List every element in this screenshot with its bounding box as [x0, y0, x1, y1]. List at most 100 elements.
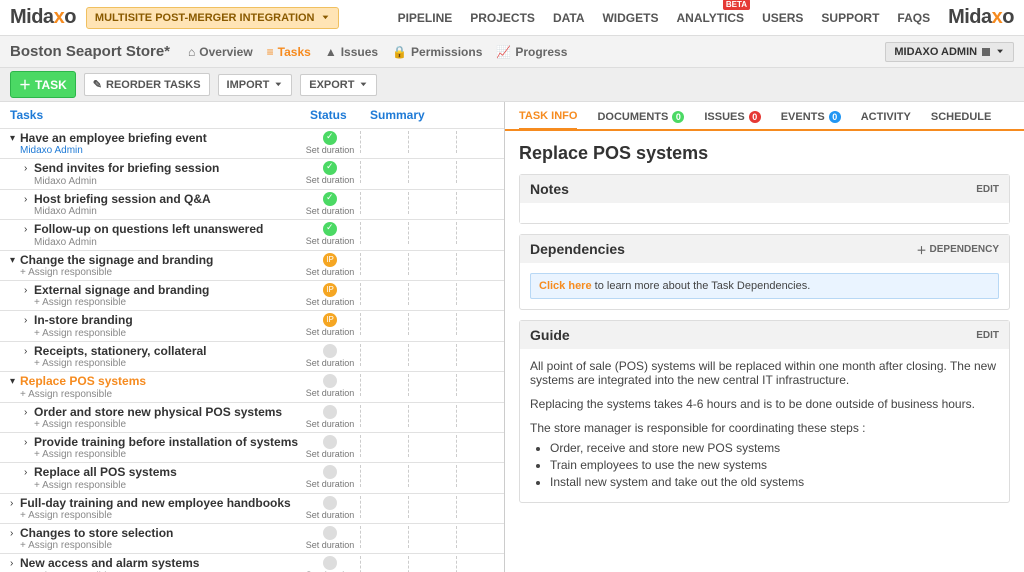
status-icon[interactable]: [323, 131, 337, 145]
task-row[interactable]: ›Host briefing session and Q&AMidaxo Adm…: [0, 189, 504, 219]
nav-analytics[interactable]: ANALYTICSBETA: [676, 11, 744, 25]
set-duration[interactable]: Set duration: [306, 297, 355, 307]
notes-edit-button[interactable]: EDIT: [976, 184, 999, 195]
status-icon[interactable]: [323, 374, 337, 388]
status-icon[interactable]: IP: [323, 253, 337, 267]
nav-data[interactable]: DATA: [553, 11, 585, 25]
detail-tab-issues[interactable]: ISSUES0: [704, 110, 760, 129]
status-icon[interactable]: [323, 405, 337, 419]
set-duration[interactable]: Set duration: [306, 510, 355, 520]
tab-permissions[interactable]: 🔒Permissions: [392, 45, 482, 59]
set-duration[interactable]: Set duration: [306, 206, 355, 216]
expand-toggle[interactable]: ›: [24, 163, 34, 174]
status-icon[interactable]: [323, 161, 337, 175]
task-assignee[interactable]: + Assign responsible: [34, 449, 300, 460]
col-status[interactable]: Status: [310, 108, 370, 122]
nav-widgets[interactable]: WIDGETS: [602, 11, 658, 25]
expand-toggle[interactable]: ›: [24, 346, 34, 357]
status-icon[interactable]: [323, 465, 337, 479]
task-assignee[interactable]: + Assign responsible: [34, 297, 300, 308]
set-duration[interactable]: Set duration: [306, 267, 355, 277]
task-assignee[interactable]: Midaxo Admin: [20, 145, 300, 156]
project-selector[interactable]: MULTISITE POST-MERGER INTEGRATION▼: [86, 7, 340, 29]
task-row[interactable]: ›Send invites for briefing sessionMidaxo…: [0, 158, 504, 188]
task-assignee[interactable]: + Assign responsible: [34, 328, 300, 339]
task-row[interactable]: ▾Replace POS systems+ Assign responsible…: [0, 371, 504, 401]
task-row[interactable]: ›Full-day training and new employee hand…: [0, 493, 504, 523]
status-icon[interactable]: [323, 556, 337, 570]
set-duration[interactable]: Set duration: [306, 236, 355, 246]
user-menu[interactable]: MIDAXO ADMIN▼: [885, 42, 1014, 62]
expand-toggle[interactable]: ›: [24, 315, 34, 326]
task-row[interactable]: ›Order and store new physical POS system…: [0, 402, 504, 432]
task-row[interactable]: ›Changes to store selection+ Assign resp…: [0, 523, 504, 553]
status-icon[interactable]: [323, 526, 337, 540]
expand-toggle[interactable]: ›: [10, 498, 20, 509]
set-duration[interactable]: Set duration: [306, 145, 355, 155]
detail-tab-task-info[interactable]: TASK INFO: [519, 110, 577, 131]
task-row[interactable]: ▾Have an employee briefing eventMidaxo A…: [0, 128, 504, 158]
expand-toggle[interactable]: ›: [24, 194, 34, 205]
import-button[interactable]: IMPORT▼: [218, 74, 293, 96]
task-row[interactable]: ›Provide training before installation of…: [0, 432, 504, 462]
col-summary[interactable]: Summary: [370, 108, 494, 122]
nav-projects[interactable]: PROJECTS: [470, 11, 535, 25]
task-row[interactable]: ›New access and alarm systems+ Assign re…: [0, 553, 504, 572]
task-row[interactable]: ▾Change the signage and branding+ Assign…: [0, 250, 504, 280]
reorder-tasks-button[interactable]: ✎REORDER TASKS: [84, 73, 210, 96]
task-assignee[interactable]: + Assign responsible: [34, 358, 300, 369]
task-list[interactable]: ▾Have an employee briefing eventMidaxo A…: [0, 128, 504, 572]
task-assignee[interactable]: Midaxo Admin: [34, 206, 300, 217]
status-icon[interactable]: [323, 435, 337, 449]
guide-edit-button[interactable]: EDIT: [976, 330, 999, 341]
tab-issues[interactable]: ▲Issues: [325, 45, 378, 59]
task-assignee[interactable]: Midaxo Admin: [34, 176, 300, 187]
detail-tab-documents[interactable]: DOCUMENTS0: [597, 110, 684, 129]
nav-faqs[interactable]: FAQS: [897, 11, 930, 25]
task-row[interactable]: ›Replace all POS systems+ Assign respons…: [0, 462, 504, 492]
set-duration[interactable]: Set duration: [306, 449, 355, 459]
task-assignee[interactable]: Midaxo Admin: [34, 237, 300, 248]
task-row[interactable]: ›Follow-up on questions left unansweredM…: [0, 219, 504, 249]
expand-toggle[interactable]: ›: [24, 467, 34, 478]
task-assignee[interactable]: + Assign responsible: [20, 267, 300, 278]
tab-tasks[interactable]: ≡Tasks: [267, 45, 311, 59]
status-icon[interactable]: [323, 344, 337, 358]
add-dependency-button[interactable]: ＋DEPENDENCY: [917, 242, 999, 257]
detail-tab-activity[interactable]: ACTIVITY: [861, 110, 911, 129]
nav-users[interactable]: USERS: [762, 11, 803, 25]
status-icon[interactable]: [323, 192, 337, 206]
expand-toggle[interactable]: ›: [10, 558, 20, 569]
expand-toggle[interactable]: ›: [24, 285, 34, 296]
expand-toggle[interactable]: ›: [24, 224, 34, 235]
task-assignee[interactable]: + Assign responsible: [20, 510, 300, 521]
status-icon[interactable]: [323, 496, 337, 510]
set-duration[interactable]: Set duration: [306, 175, 355, 185]
expand-toggle[interactable]: ›: [10, 528, 20, 539]
dependencies-learn-link[interactable]: Click here: [539, 280, 592, 292]
task-assignee[interactable]: + Assign responsible: [34, 480, 300, 491]
tab-progress[interactable]: 📈Progress: [496, 45, 567, 59]
nav-pipeline[interactable]: PIPELINE: [398, 11, 453, 25]
export-button[interactable]: EXPORT▼: [300, 74, 377, 96]
col-tasks[interactable]: Tasks: [10, 108, 310, 122]
tab-overview[interactable]: ⌂Overview: [188, 45, 253, 59]
set-duration[interactable]: Set duration: [306, 327, 355, 337]
expand-toggle[interactable]: ▾: [10, 133, 20, 144]
task-row[interactable]: ›In-store branding+ Assign responsibleIP…: [0, 310, 504, 340]
task-assignee[interactable]: + Assign responsible: [20, 540, 300, 551]
expand-toggle[interactable]: ›: [24, 437, 34, 448]
status-icon[interactable]: IP: [323, 313, 337, 327]
set-duration[interactable]: Set duration: [306, 358, 355, 368]
task-row[interactable]: ›External signage and branding+ Assign r…: [0, 280, 504, 310]
add-task-button[interactable]: ＋TASK: [10, 71, 76, 98]
expand-toggle[interactable]: ›: [24, 407, 34, 418]
task-assignee[interactable]: + Assign responsible: [34, 419, 300, 430]
set-duration[interactable]: Set duration: [306, 479, 355, 489]
nav-support[interactable]: SUPPORT: [821, 11, 879, 25]
set-duration[interactable]: Set duration: [306, 419, 355, 429]
detail-tab-events[interactable]: EVENTS0: [781, 110, 841, 129]
status-icon[interactable]: [323, 222, 337, 236]
notes-content[interactable]: [520, 203, 1009, 223]
detail-tab-schedule[interactable]: SCHEDULE: [931, 110, 992, 129]
